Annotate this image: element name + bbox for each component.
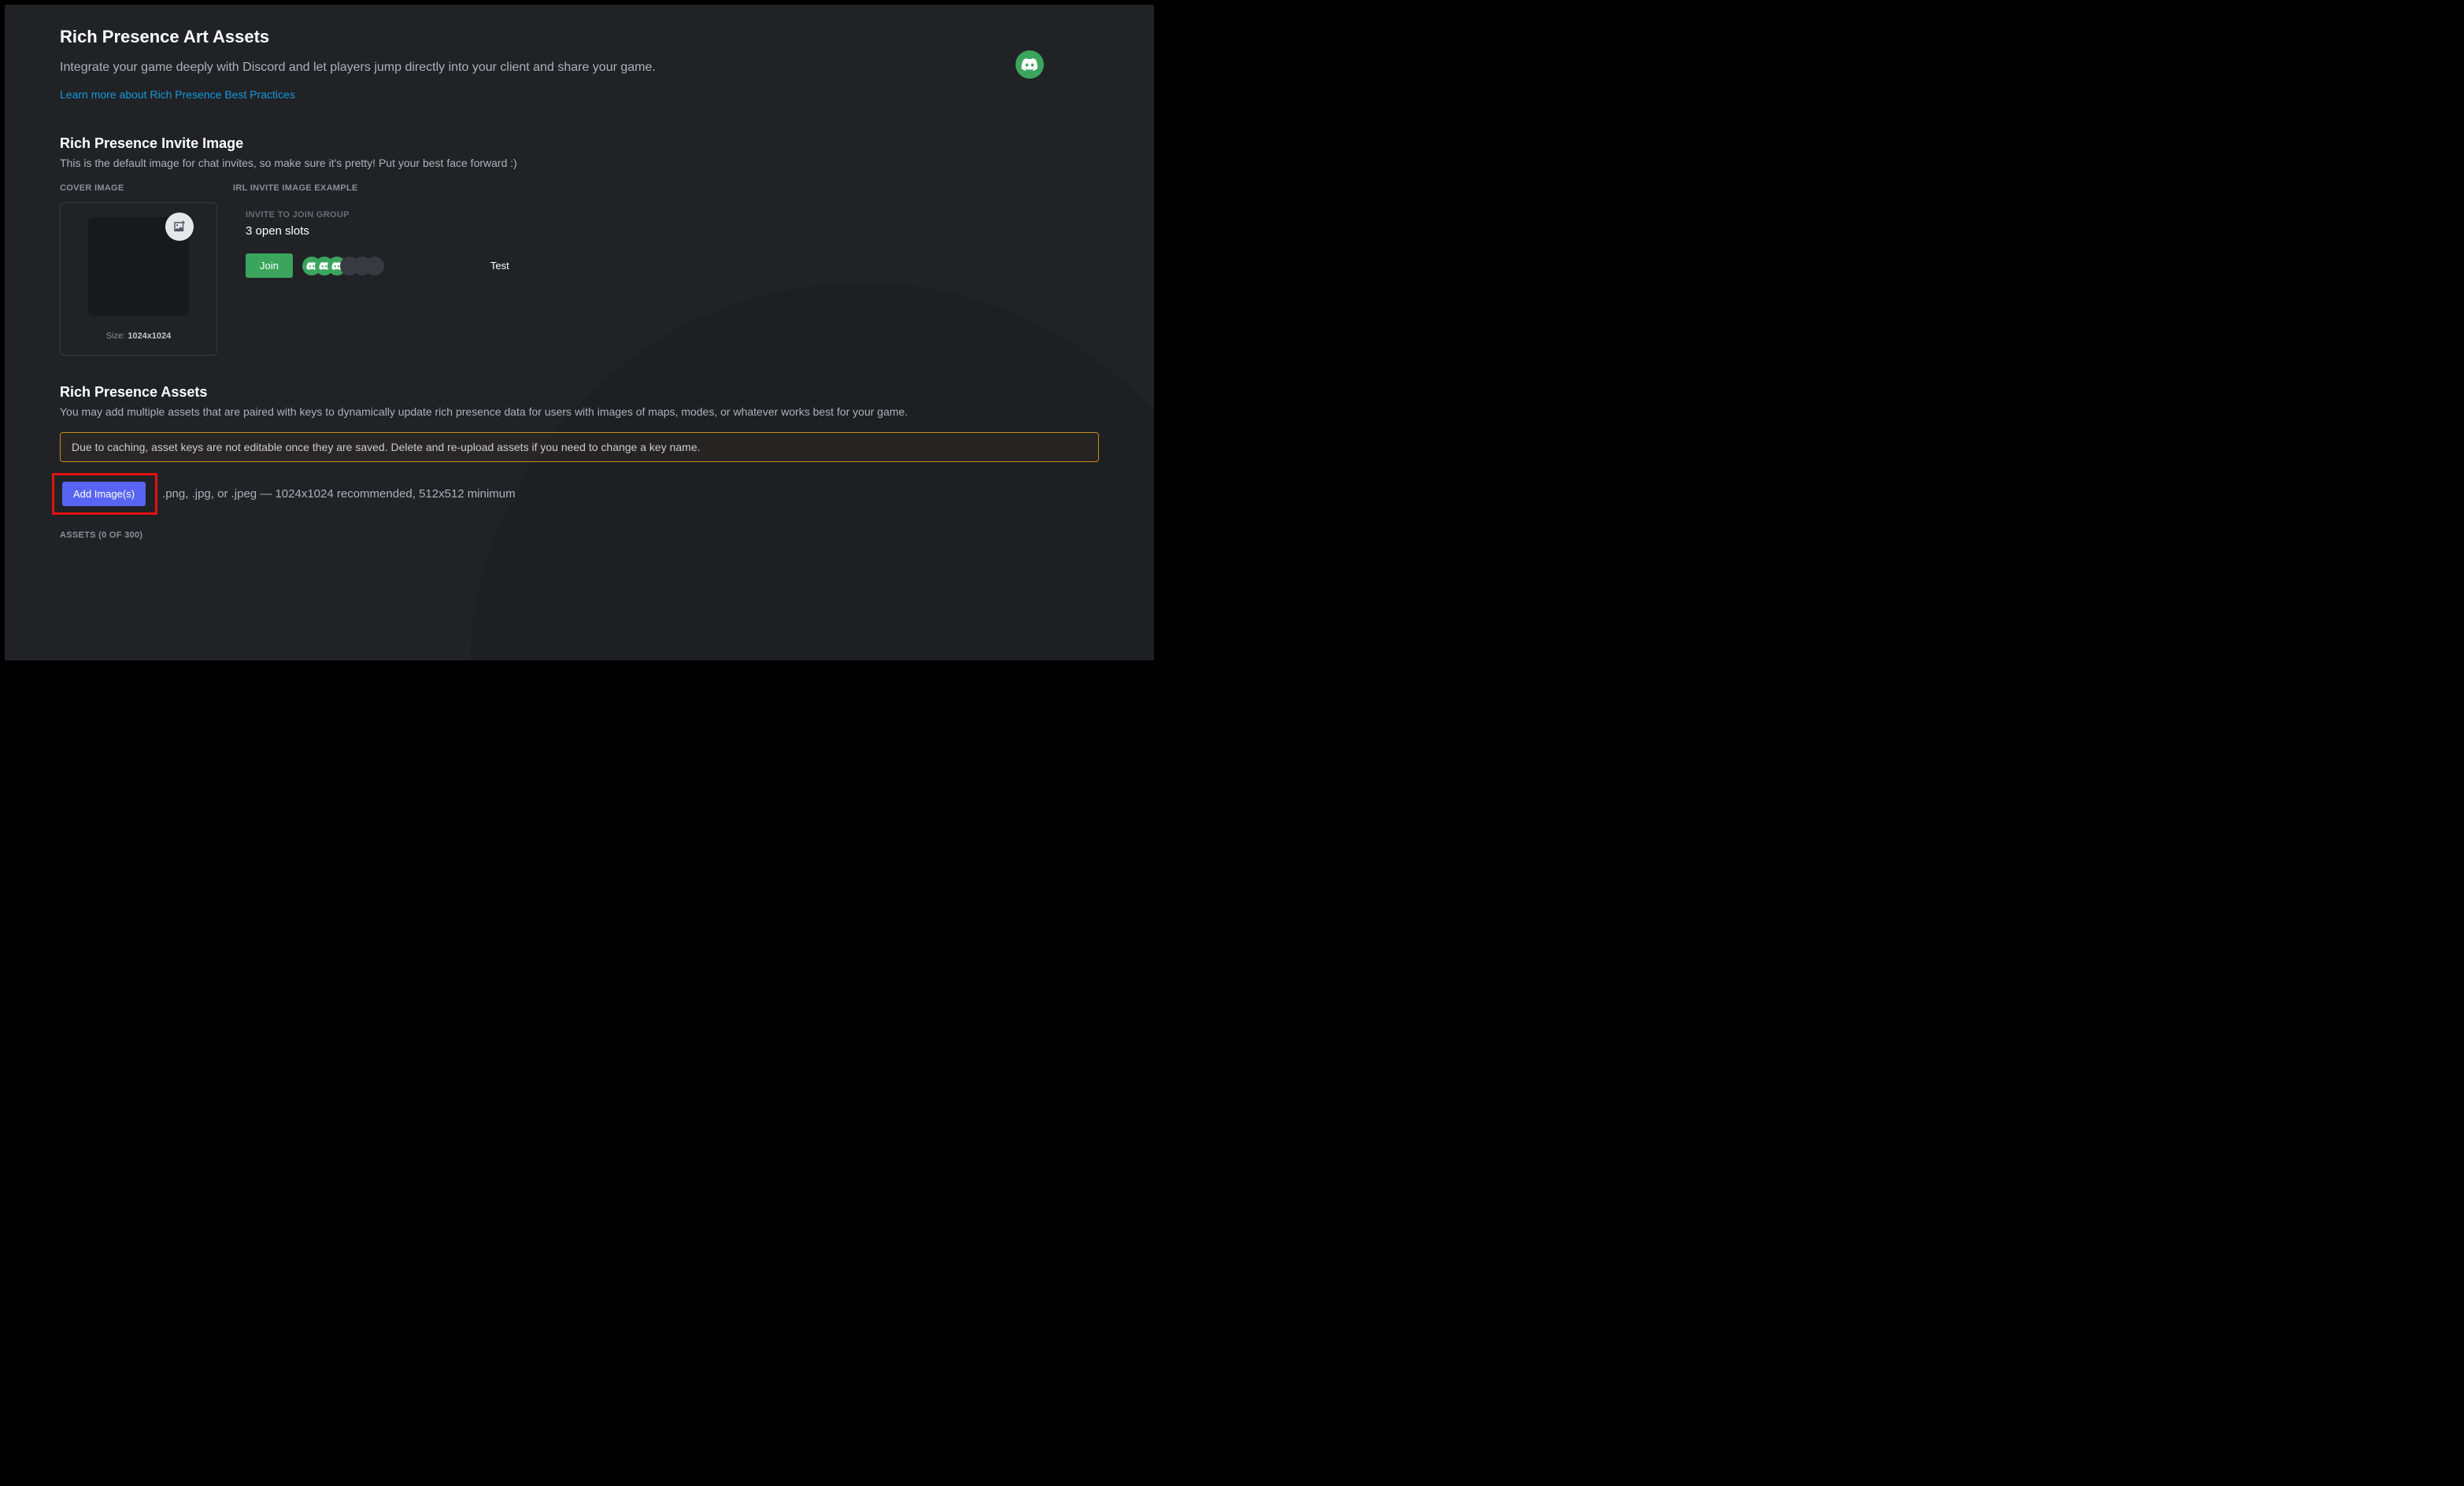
cover-image-label: COVER IMAGE bbox=[60, 183, 217, 193]
add-image-button[interactable]: Add Image(s) bbox=[62, 482, 146, 506]
invite-section-title: Rich Presence Invite Image bbox=[60, 135, 1099, 152]
assets-section-title: Rich Presence Assets bbox=[60, 384, 1099, 401]
irl-example-label: IRL INVITE IMAGE EXAMPLE bbox=[233, 183, 1099, 193]
learn-more-link[interactable]: Learn more about Rich Presence Best Prac… bbox=[60, 88, 295, 101]
join-button[interactable]: Join bbox=[246, 253, 293, 278]
test-label: Test bbox=[490, 260, 509, 272]
open-slots-text: 3 open slots bbox=[246, 224, 1099, 238]
format-hint: .png, .jpg, or .jpeg — 1024x1024 recomme… bbox=[162, 487, 516, 501]
add-image-highlight: Add Image(s) bbox=[52, 473, 157, 515]
invite-section-desc: This is the default image for chat invit… bbox=[60, 157, 1099, 169]
invite-to-join-label: INVITE TO JOIN GROUP bbox=[246, 210, 1099, 220]
image-add-icon bbox=[172, 220, 187, 234]
assets-count-label: ASSETS (0 OF 300) bbox=[60, 530, 1099, 540]
assets-section-desc: You may add multiple assets that are pai… bbox=[60, 405, 1099, 418]
cover-image-placeholder bbox=[88, 217, 189, 316]
add-cover-image-button[interactable] bbox=[165, 213, 194, 241]
discord-logo-icon bbox=[1021, 58, 1038, 71]
page-subtitle: Integrate your game deeply with Discord … bbox=[60, 58, 1099, 77]
page-title: Rich Presence Art Assets bbox=[60, 27, 1099, 47]
avatar-group bbox=[302, 257, 384, 275]
avatar-empty bbox=[365, 257, 384, 275]
cover-size-text: Size: 1024x1024 bbox=[106, 331, 172, 341]
discord-brand-badge bbox=[1016, 50, 1044, 79]
caching-warning: Due to caching, asset keys are not edita… bbox=[60, 432, 1099, 462]
cover-image-box[interactable]: Size: 1024x1024 bbox=[60, 202, 217, 356]
